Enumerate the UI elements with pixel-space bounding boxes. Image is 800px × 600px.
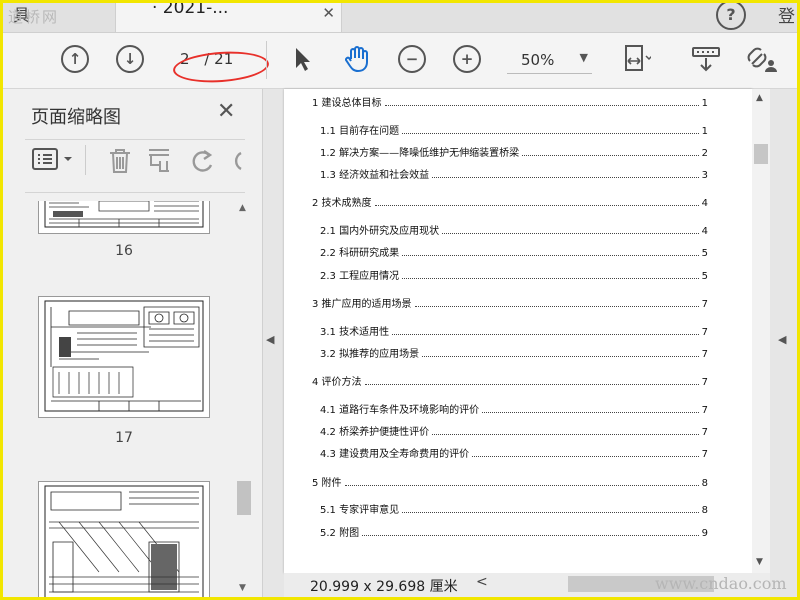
- rotate-cw-icon[interactable]: [229, 147, 243, 179]
- zoom-in-icon[interactable]: +: [451, 43, 483, 75]
- chevron-down-icon: ▼: [579, 51, 588, 64]
- scrollbar-thumb[interactable]: [754, 144, 768, 164]
- toc-entry[interactable]: 2.3 工程应用情况 5: [320, 267, 708, 282]
- toc-entry[interactable]: 5.2 附图 9: [320, 524, 708, 539]
- toc-entry[interactable]: 3.2 拟推荐的应用场景 7: [320, 345, 708, 360]
- login-button[interactable]: 登: [778, 2, 795, 27]
- tab-document-title: · 2021-...: [152, 0, 229, 18]
- zoom-select[interactable]: 50% ▼: [507, 49, 592, 74]
- thumbnail-label: 17: [115, 430, 133, 446]
- page-thumbnail[interactable]: [38, 296, 210, 418]
- toc-entry[interactable]: 5 附件 8: [312, 474, 708, 489]
- prev-page-icon[interactable]: ↑: [59, 43, 91, 75]
- thumbnail-list: 16 17: [3, 201, 235, 597]
- document-scrollbar[interactable]: ▲ ▼: [752, 89, 770, 573]
- share-link-icon[interactable]: [746, 43, 778, 75]
- extract-pages-icon[interactable]: [146, 147, 172, 179]
- toc-entry[interactable]: 2.2 科研研究成果 5: [320, 244, 708, 259]
- toc-entry[interactable]: 1.3 经济效益和社会效益 3: [320, 166, 708, 181]
- scroll-down-icon[interactable]: ▼: [239, 583, 246, 593]
- toc-entry[interactable]: 1.1 目前存在问题 1: [320, 122, 708, 137]
- watermark: 道桥网: [8, 8, 60, 26]
- scrollbar-thumb[interactable]: [237, 481, 251, 515]
- options-menu-icon[interactable]: [31, 147, 77, 175]
- zoom-value: 50%: [521, 51, 555, 69]
- panel-divider: [25, 139, 245, 140]
- scroll-up-icon[interactable]: ▲: [239, 203, 246, 213]
- page-thumbnail[interactable]: [38, 201, 210, 234]
- tab-document[interactable]: · 2021-... ✕: [115, 0, 342, 32]
- toc-entry[interactable]: 2 技术成熟度 4: [312, 194, 708, 209]
- fit-width-icon[interactable]: [620, 43, 652, 75]
- collapse-left-icon[interactable]: ◀: [266, 333, 274, 346]
- toc-entry[interactable]: 3 推广应用的适用场景 7: [312, 295, 708, 310]
- toc-entry[interactable]: 2.1 国内外研究及应用现状 4: [320, 222, 708, 237]
- document-page: 1 建设总体目标 1 1.1 目前存在问题 1 1.2 解决方案——降噪低维护无伸缩…: [284, 89, 752, 573]
- toolbar: ↑ ↓ 2 / 21 − + 50% ▼: [0, 33, 800, 89]
- close-icon[interactable]: ✕: [217, 99, 235, 124]
- zoom-out-icon[interactable]: −: [396, 43, 428, 75]
- delete-icon[interactable]: [107, 147, 133, 179]
- thumbnail-panel: 页面缩略图 ✕ 16 17 ▲ ▼: [3, 89, 263, 597]
- toc-entry[interactable]: 4 评价方法 7: [312, 373, 708, 388]
- watermark: www.cndao.com: [655, 574, 787, 593]
- next-page-icon[interactable]: ↓: [114, 43, 146, 75]
- tab-close-icon[interactable]: ✕: [322, 4, 335, 22]
- thumbnail-label: 16: [115, 243, 133, 259]
- panel-tools-divider: [85, 145, 86, 175]
- tab-bar: 具 · 2021-... ✕ ? 登: [0, 0, 800, 33]
- toc-entry[interactable]: 1.2 解决方案——降噪低维护无伸缩装置桥梁 2: [320, 144, 708, 159]
- scroll-down-icon[interactable]: ▼: [756, 557, 763, 567]
- page-dimensions: 20.999 x 29.698 厘米: [310, 579, 458, 595]
- rotate-ccw-icon[interactable]: [189, 147, 217, 179]
- help-icon[interactable]: ?: [716, 0, 746, 30]
- thumbnail-scrollbar[interactable]: ▲ ▼: [235, 201, 253, 597]
- page-thumbnail[interactable]: [38, 481, 210, 597]
- scroll-mode-icon[interactable]: [690, 43, 722, 75]
- scroll-left-icon[interactable]: <: [476, 574, 488, 590]
- panel-title: 页面缩略图: [31, 107, 121, 128]
- toc-entry[interactable]: 4.2 桥梁养护便捷性评价 7: [320, 423, 708, 438]
- toc-entry[interactable]: 5.1 专家评审意见 8: [320, 501, 708, 516]
- toolbar-divider: [266, 41, 267, 79]
- hand-icon[interactable]: [341, 43, 373, 75]
- select-cursor-icon[interactable]: [286, 43, 318, 75]
- toc-entry[interactable]: 1 建设总体目标 1: [312, 94, 708, 109]
- toc-entry[interactable]: 4.3 建设费用及全寿命费用的评价 7: [320, 445, 708, 460]
- toc-entry[interactable]: 4.1 道路行车条件及环境影响的评价 7: [320, 401, 708, 416]
- toc-entry[interactable]: 3.1 技术适用性 7: [320, 323, 708, 338]
- scroll-up-icon[interactable]: ▲: [756, 93, 763, 103]
- panel-divider: [25, 192, 245, 193]
- collapse-right-icon[interactable]: ◀: [778, 333, 786, 346]
